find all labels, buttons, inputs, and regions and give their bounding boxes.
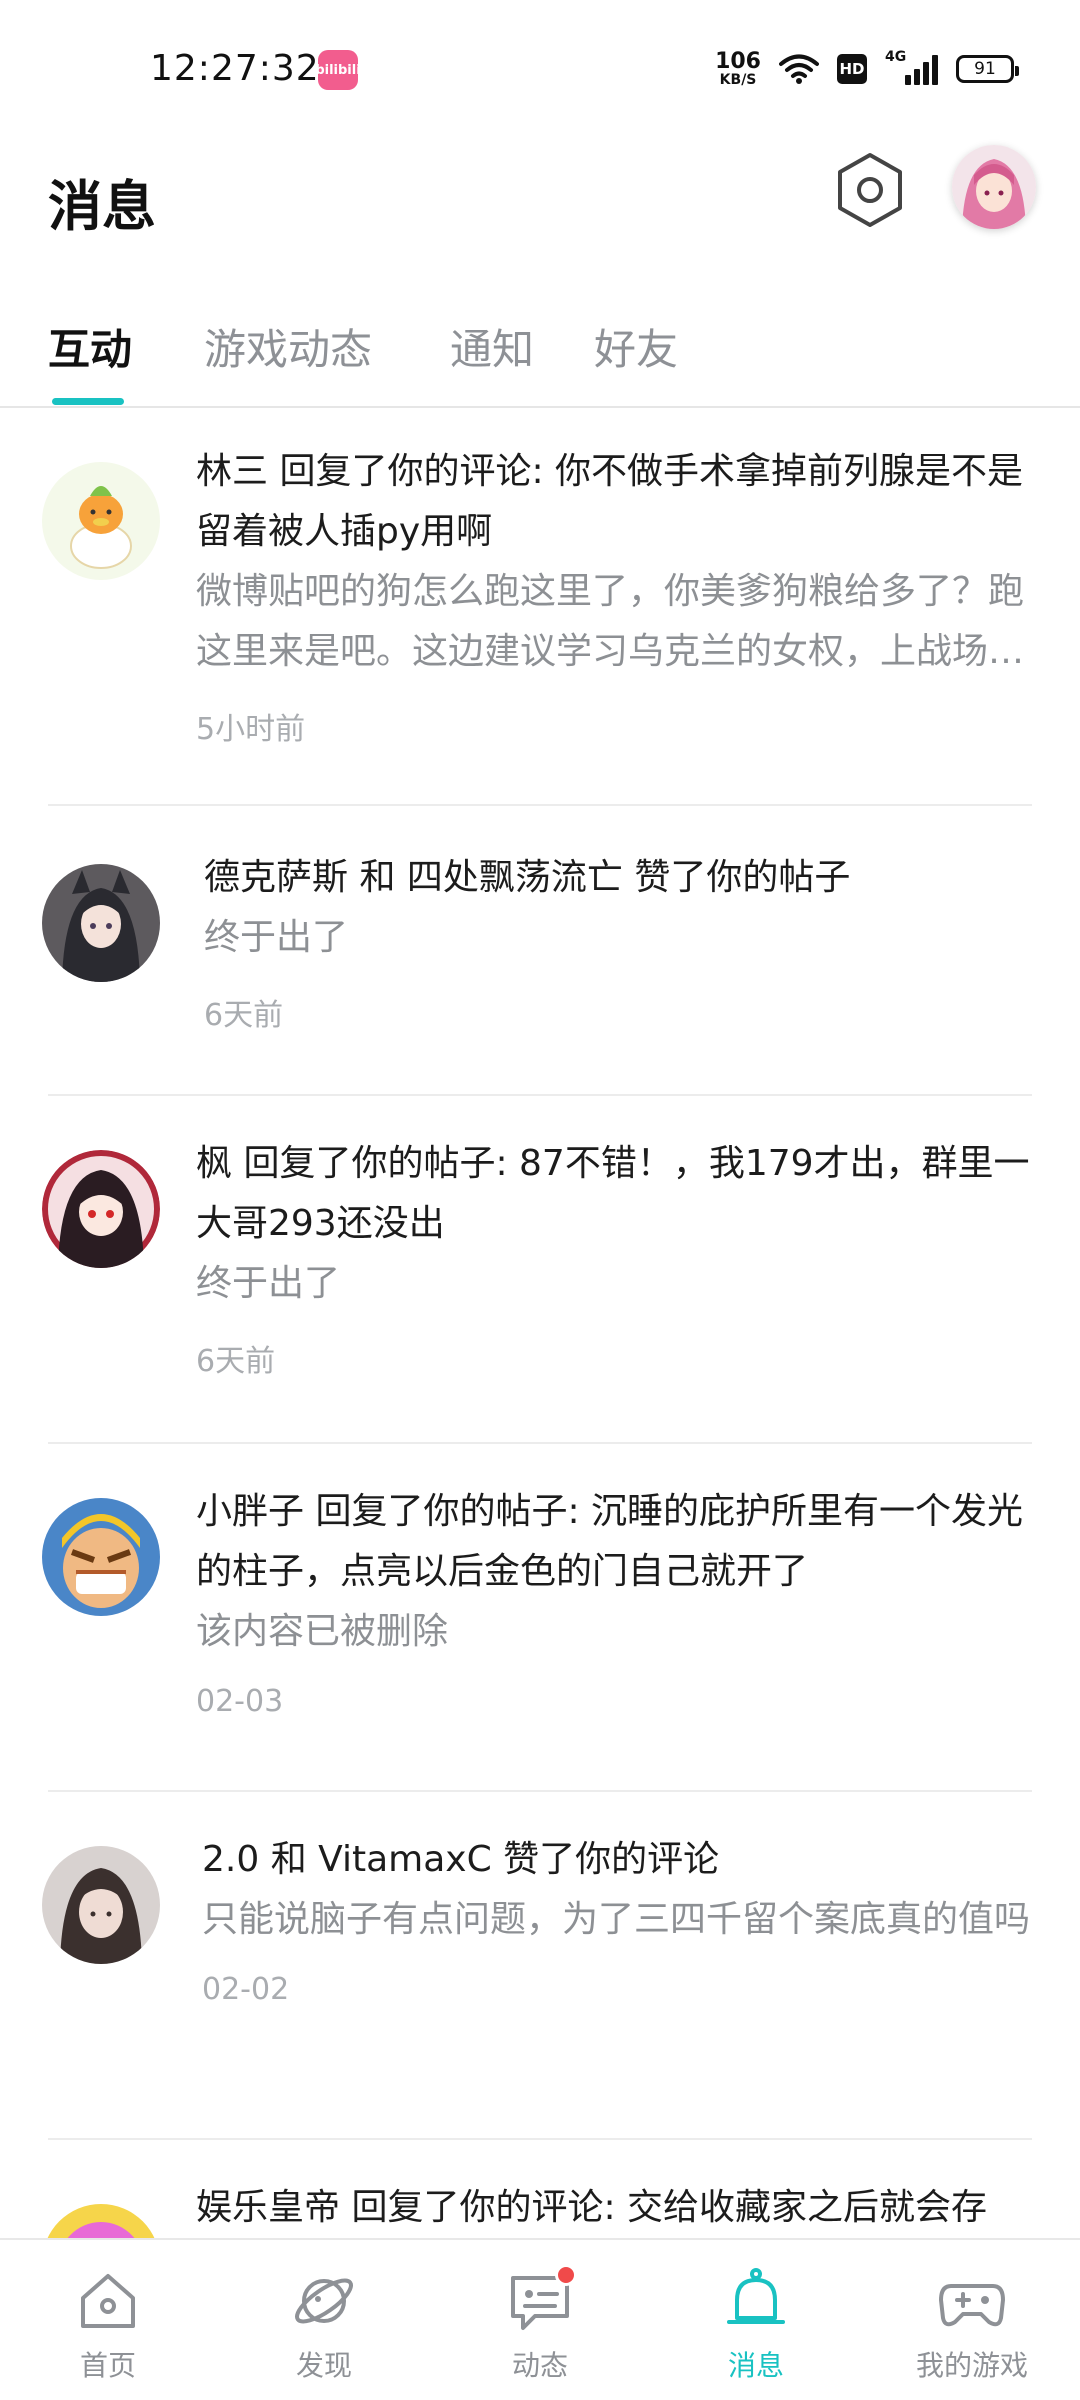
avatar[interactable] — [952, 145, 1036, 229]
nav-my-games[interactable]: 我的游戏 — [864, 2240, 1080, 2400]
tab-interaction[interactable]: 互动 — [48, 316, 132, 377]
divider — [48, 1442, 1032, 1444]
message-headline: 德克萨斯 和 四处飘荡流亡 赞了你的帖子 — [204, 857, 851, 898]
gamepad-icon — [937, 2266, 1007, 2336]
message-headline: 2.0 和 VitamaxC 赞了你的评论 — [202, 1839, 720, 1880]
message-headline: 娱乐皇帝 回复了你的评论: 交给收藏家之后就会存 — [196, 2187, 988, 2228]
message-tabs: 互动 游戏动态 通知 好友 — [0, 300, 1080, 408]
nav-home[interactable]: 首页 — [0, 2240, 216, 2400]
nav-discover-label: 发现 — [295, 2349, 352, 2382]
nav-messages-label: 消息 — [727, 2349, 784, 2382]
avatar-image — [952, 145, 1036, 229]
barbarian-avatar-image — [42, 1498, 160, 1616]
hd-badge: HD — [837, 54, 867, 84]
tab-friends[interactable]: 好友 — [594, 316, 678, 377]
bottom-navigation: 首页 发现 动态 消息 我的游戏 — [0, 2238, 1080, 2400]
network-speed: 106 KB/S — [715, 49, 761, 88]
signal-label: 4G — [885, 49, 907, 65]
network-speed-value: 106 — [715, 49, 761, 74]
network-speed-unit: KB/S — [719, 72, 757, 88]
message-time: 5小时前 — [196, 712, 306, 747]
page-title: 消息 — [48, 175, 156, 238]
nav-home-label: 首页 — [79, 2349, 136, 2382]
signal-icon: 4G — [885, 49, 938, 85]
message-preview: 只能说脑子有点问题，为了三四千留个案底真的值吗 — [202, 1899, 1031, 1940]
avatar[interactable] — [42, 864, 160, 982]
message-headline: 枫 回复了你的帖子: 87不错！，我179才出，群里一大哥293还没出 — [196, 1143, 1030, 1244]
nav-discover[interactable]: 发现 — [216, 2240, 432, 2400]
divider — [48, 1094, 1032, 1096]
message-body: 2.0 和 VitamaxC 赞了你的评论 只能说脑子有点问题，为了三四千留个案… — [202, 1830, 1032, 2007]
message-time: 02-03 — [196, 1684, 284, 1719]
message-headline: 小胖子 回复了你的帖子: 沉睡的庇护所里有一个发光的柱子，点亮以后金色的门自己就… — [196, 1491, 1024, 1592]
message-time: 6天前 — [196, 1344, 276, 1379]
nav-feed-label: 动态 — [511, 2349, 568, 2382]
message-time: 6天前 — [204, 998, 284, 1033]
divider — [48, 2138, 1032, 2140]
duck-avatar-image — [42, 462, 160, 580]
dark-hair-avatar-image — [42, 1846, 160, 1964]
nav-my-games-label: 我的游戏 — [915, 2349, 1028, 2382]
avatar[interactable] — [42, 1150, 160, 1268]
divider — [48, 804, 1032, 806]
message-body: 小胖子 回复了你的帖子: 沉睡的庇护所里有一个发光的柱子，点亮以后金色的门自己就… — [196, 1482, 1032, 1719]
home-icon — [73, 2266, 143, 2336]
nav-feed[interactable]: 动态 — [432, 2240, 648, 2400]
bell-icon — [721, 2266, 791, 2336]
red-eyed-girl-avatar-image — [42, 1150, 160, 1268]
tab-notifications[interactable]: 通知 — [450, 316, 534, 377]
nav-messages[interactable]: 消息 — [648, 2240, 864, 2400]
anime-girl-avatar-image — [42, 864, 160, 982]
status-time: 12:27:32 — [150, 48, 320, 89]
message-list[interactable]: 林三 回复了你的评论: 你不做手术拿掉前列腺是不是留着被人插py用啊 微博贴吧的… — [0, 410, 1080, 2240]
message-preview: 微博贴吧的狗怎么跑这里了，你美爹狗粮给多了？跑这里来是吧。这边建议学习乌克兰的女… — [196, 571, 1025, 672]
bilibili-app-icon: bilibili — [315, 50, 361, 90]
message-preview: 终于出了 — [196, 1263, 341, 1304]
message-body: 枫 回复了你的帖子: 87不错！，我179才出，群里一大哥293还没出 终于出了… — [196, 1134, 1032, 1380]
avatar[interactable] — [42, 1498, 160, 1616]
settings-button[interactable] — [830, 150, 910, 230]
battery-icon: 91 — [956, 55, 1019, 83]
planet-icon — [289, 2266, 359, 2336]
wifi-icon — [779, 54, 819, 84]
avatar[interactable] — [42, 2204, 160, 2240]
divider — [48, 1790, 1032, 1792]
active-tab-indicator — [52, 398, 124, 405]
pink-character-avatar-image — [42, 2204, 160, 2240]
message-body: 娱乐皇帝 回复了你的评论: 交给收藏家之后就会存 — [196, 2178, 1032, 2238]
notification-badge — [555, 2264, 577, 2286]
message-body: 德克萨斯 和 四处飘荡流亡 赞了你的帖子 终于出了 6天前 — [204, 848, 1032, 1034]
message-time: 02-02 — [202, 1972, 290, 2007]
tab-game-updates[interactable]: 游戏动态 — [204, 316, 372, 377]
bilibili-app-icon-text: bilibili — [315, 62, 361, 78]
message-headline: 林三 回复了你的评论: 你不做手术拿掉前列腺是不是留着被人插py用啊 — [196, 451, 1024, 552]
message-preview: 该内容已被删除 — [196, 1611, 449, 1652]
hexagon-settings-icon — [838, 153, 902, 227]
avatar[interactable] — [42, 1846, 160, 1964]
avatar[interactable] — [42, 462, 160, 580]
status-bar: 12:27:32 bilibili 106 KB/S HD 4G 91 — [0, 0, 1080, 140]
message-body: 林三 回复了你的评论: 你不做手术拿掉前列腺是不是留着被人插py用啊 微博贴吧的… — [196, 442, 1032, 748]
header: 消息 — [0, 140, 1080, 270]
chat-icon — [505, 2264, 577, 2336]
message-preview: 终于出了 — [204, 917, 349, 958]
status-indicators: 106 KB/S HD 4G 91 — [715, 46, 1019, 92]
